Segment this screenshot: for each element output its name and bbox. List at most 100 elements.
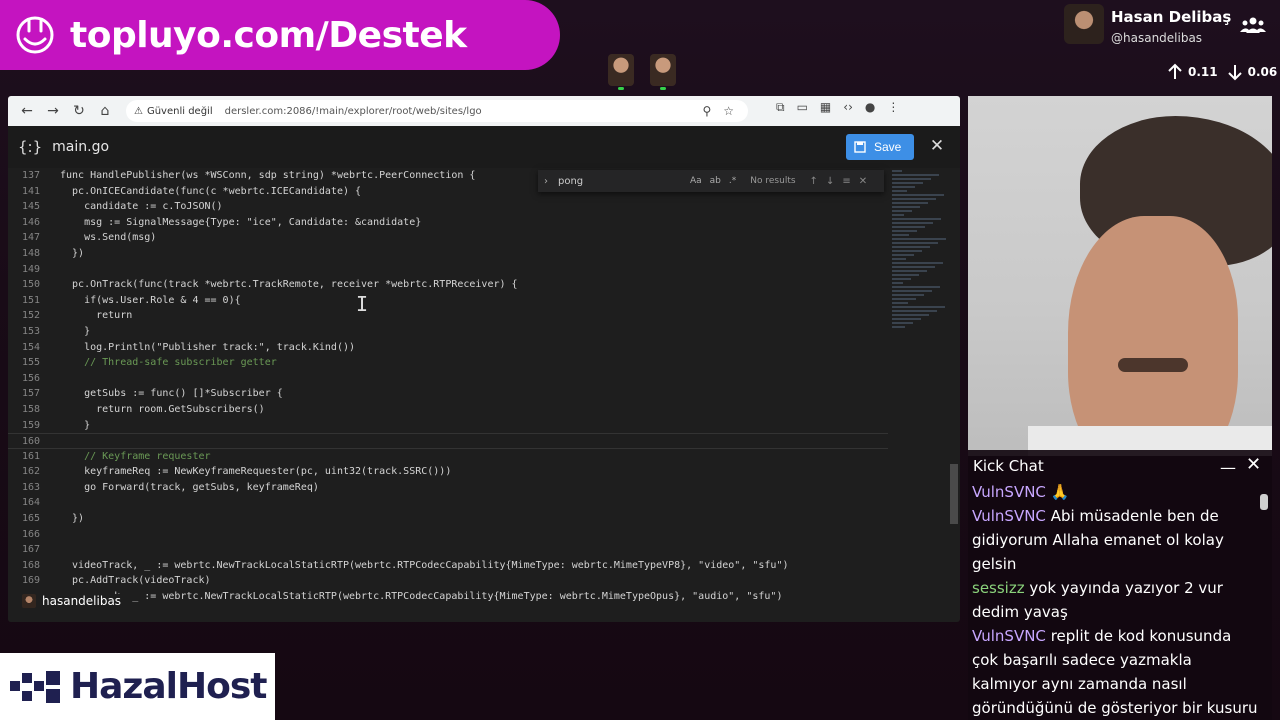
code-line[interactable]: 168 videoTrack, _ := webrtc.NewTrackLoca…	[8, 558, 888, 574]
code-line[interactable]: 154 log.Println("Publisher track:", trac…	[8, 340, 888, 356]
code-line[interactable]: 145 candidate := c.ToJSON()	[8, 199, 888, 215]
code-line[interactable]: 153 }	[8, 324, 888, 340]
participant-avatar[interactable]	[608, 54, 634, 90]
people-icon[interactable]	[1240, 16, 1266, 34]
streamer-handle: @hasandelibas	[1111, 31, 1203, 45]
code-line[interactable]: 158 return room.GetSubscribers()	[8, 402, 888, 418]
code-line[interactable]: 157 getSubs := func() []*Subscriber {	[8, 386, 888, 402]
save-label: Save	[874, 140, 902, 154]
code-text: getSubs := func() []*Subscriber {	[60, 388, 283, 400]
line-number: 141	[21, 185, 40, 197]
code-line[interactable]: 148 })	[8, 246, 888, 262]
collaborator-name: hasandelibas	[42, 594, 122, 608]
minimize-icon[interactable]: —	[1220, 458, 1236, 477]
close-icon[interactable]: ✕	[1246, 454, 1261, 475]
home-icon[interactable]: ⌂	[92, 98, 118, 124]
support-banner: topluyo.com/Destek	[0, 0, 560, 70]
warning-icon[interactable]: ⚠	[134, 106, 143, 117]
devtools-icon[interactable]: ‹›	[843, 100, 853, 115]
extensions-icon[interactable]: ⧉	[776, 100, 785, 115]
save-button[interactable]: Save	[846, 134, 914, 160]
code-line[interactable]: 159 }	[8, 418, 888, 434]
line-number: 158	[21, 403, 40, 415]
line-number: 159	[21, 419, 40, 431]
code-text: keyframeReq := NewKeyframeRequester(pc, …	[60, 466, 452, 478]
code-line[interactable]: 152 return	[8, 308, 888, 324]
find-input[interactable]: pong	[558, 176, 688, 187]
code-line[interactable]: 164	[8, 495, 888, 511]
zoom-icon[interactable]: ⚲	[702, 104, 711, 118]
match-case-icon[interactable]: Aa	[690, 176, 702, 186]
sponsor-logo: HazalHost	[0, 653, 275, 720]
chat-username[interactable]: VulnSVNC	[972, 507, 1046, 525]
chat-message: sessizz yok yayında yazıyor 2 vur dedim …	[972, 576, 1258, 624]
code-line[interactable]: 166	[8, 527, 888, 543]
whole-word-icon[interactable]: ab	[710, 176, 721, 186]
address-bar[interactable]: ⚠ Güvenli değil dersler.com:2086/!main/e…	[126, 100, 748, 122]
code-text: candidate := c.ToJSON()	[60, 201, 223, 213]
code-line[interactable]: 167	[8, 542, 888, 558]
code-line[interactable]: 163 go Forward(track, getSubs, keyframeR…	[8, 480, 888, 496]
code-line[interactable]: 147 ws.Send(msg)	[8, 230, 888, 246]
chat-message: VulnSVNC replit de kod konusunda çok baş…	[972, 624, 1258, 720]
editor-header: {:} main.go Save ✕	[8, 126, 960, 168]
chat-panel: Kick Chat — ✕ VulnSVNC 🙏 VulnSVNC Abi müs…	[968, 450, 1272, 720]
code-text: // Keyframe requester	[60, 450, 211, 462]
code-text: return room.GetSubscribers()	[60, 403, 265, 415]
code-line[interactable]: 150 pc.OnTrack(func(track *webrtc.TrackR…	[8, 277, 888, 293]
scrollbar[interactable]	[1260, 494, 1268, 510]
participant-avatar[interactable]	[650, 54, 676, 90]
chat-text: 🙏	[1050, 483, 1070, 501]
code-text: pc.AddTrack(videoTrack)	[60, 575, 211, 587]
regex-icon[interactable]: .*	[729, 176, 736, 186]
close-icon[interactable]: ✕	[928, 136, 946, 156]
code-text: // Thread-safe subscriber getter	[60, 357, 277, 369]
code-line[interactable]: 146 msg := SignalMessage{Type: "ice", Ca…	[8, 215, 888, 231]
code-line[interactable]: 160	[8, 433, 888, 449]
chat-username[interactable]: VulnSVNC	[972, 483, 1046, 501]
code-line[interactable]: k, _ := webrtc.NewTrackLocalStaticRTP(we…	[8, 589, 888, 605]
minimap[interactable]	[892, 168, 952, 348]
chat-username[interactable]: sessizz	[972, 579, 1025, 597]
sidebar-icon[interactable]: ▭	[797, 100, 808, 115]
code-line[interactable]: 165 })	[8, 511, 888, 527]
code-text: }	[60, 419, 91, 431]
code-text: })	[60, 247, 85, 259]
profile-icon[interactable]: ●	[865, 100, 875, 115]
code-line[interactable]: 149	[8, 262, 888, 278]
code-line[interactable]: 169 pc.AddTrack(videoTrack)	[8, 573, 888, 589]
security-label[interactable]: Güvenli değil	[147, 106, 213, 117]
code-line[interactable]: 161 // Keyframe requester	[8, 449, 888, 465]
code-text: }	[60, 325, 91, 337]
line-number: 155	[21, 357, 40, 369]
code-editor[interactable]: 137 func HandlePublisher(ws *WSConn, sdp …	[8, 168, 888, 622]
avatar[interactable]	[1064, 4, 1104, 44]
back-icon[interactable]: ←	[14, 98, 40, 124]
menu-icon[interactable]: ⋮	[887, 100, 899, 115]
code-line[interactable]: 156	[8, 371, 888, 387]
close-icon[interactable]: ✕	[859, 176, 867, 187]
code-text: func HandlePublisher(ws *WSConn, sdp str…	[60, 170, 476, 181]
find-widget: › pong Aa ab .* No results ↑ ↓ ≡ ✕	[538, 170, 884, 192]
chevron-right-icon[interactable]: ›	[544, 176, 548, 187]
scrollbar[interactable]	[950, 464, 958, 524]
find-selection-icon[interactable]: ≡	[842, 176, 850, 187]
bookmark-star-icon[interactable]: ☆	[723, 104, 734, 118]
smiley-icon	[15, 15, 55, 55]
arrow-up-icon[interactable]: ↑	[810, 176, 818, 187]
code-line[interactable]: 162 keyframeReq := NewKeyframeRequester(…	[8, 464, 888, 480]
line-number: 168	[21, 559, 40, 571]
code-line[interactable]: 155 // Thread-safe subscriber getter	[8, 355, 888, 371]
reload-icon[interactable]: ↻	[66, 98, 92, 124]
upload-rate: 0.11	[1188, 65, 1218, 79]
code-text: ws.Send(msg)	[60, 232, 157, 244]
arrow-down-icon[interactable]: ↓	[826, 176, 834, 187]
line-number: 154	[21, 341, 40, 353]
forward-icon[interactable]: →	[40, 98, 66, 124]
apps-icon[interactable]: ▦	[820, 100, 831, 115]
chat-username[interactable]: VulnSVNC	[972, 627, 1046, 645]
line-number: 164	[21, 497, 40, 509]
code-line[interactable]: 151 if(ws.User.Role & 4 == 0){	[8, 293, 888, 309]
url-text[interactable]: dersler.com:2086/!main/explorer/root/web…	[225, 106, 482, 117]
network-stats: 0.11 0.06	[1166, 62, 1280, 82]
